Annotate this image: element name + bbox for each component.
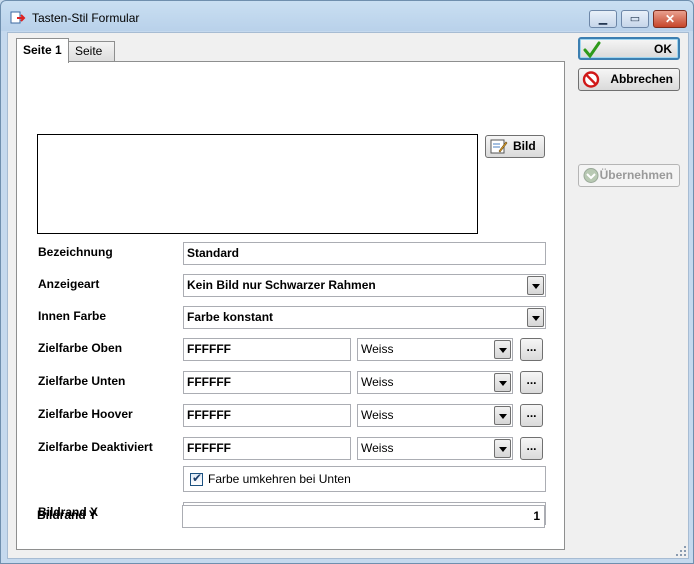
- checkmark-icon: ✔: [192, 471, 203, 485]
- cancel-button[interactable]: Abbrechen: [578, 68, 680, 91]
- anzeigeart-select[interactable]: Kein Bild nur Schwarzer Rahmen: [183, 274, 546, 297]
- edit-picture-icon: [490, 139, 508, 154]
- dropdown-button[interactable]: [494, 439, 511, 458]
- close-icon: ✕: [664, 12, 676, 26]
- no-entry-icon: [582, 71, 600, 88]
- zielfarbe-hoover-color-select[interactable]: Weiss: [357, 404, 513, 427]
- dialog-client-area: Seite 1 Seite 2 Bild Bezeichnung Standar…: [7, 32, 689, 559]
- label-zielfarbe-unten: Zielfarbe Unten: [38, 374, 126, 388]
- bildrand-y-input[interactable]: 1: [182, 505, 545, 528]
- farbe-umkehren-checkbox[interactable]: ✔: [190, 471, 203, 486]
- chevron-down-icon: [499, 381, 507, 386]
- dropdown-button[interactable]: [494, 340, 511, 359]
- zielfarbe-deaktiviert-color-name: Weiss: [361, 441, 394, 455]
- zielfarbe-hoover-color-name: Weiss: [361, 408, 394, 422]
- chevron-down-icon: [499, 447, 507, 452]
- dropdown-button[interactable]: [494, 406, 511, 425]
- ok-button-label: OK: [654, 42, 672, 56]
- label-anzeigeart: Anzeigeart: [38, 277, 100, 291]
- tab-panel-seite-1: Bild Bezeichnung Standard Anzeigeart Kei…: [16, 61, 565, 550]
- label-bildrand-y: Bildrand Y: [37, 508, 97, 522]
- zielfarbe-unten-color-select[interactable]: Weiss: [357, 371, 513, 394]
- chevron-down-icon: [499, 348, 507, 353]
- chevron-down-icon: [499, 414, 507, 419]
- chevron-down-icon: [532, 284, 540, 289]
- label-bezeichnung: Bezeichnung: [38, 245, 113, 259]
- window-app-icon: [10, 11, 26, 24]
- chevron-down-icon: [532, 316, 540, 321]
- title-bar[interactable]: Tasten-Stil Formular ▁ ▭ ✕: [1, 1, 693, 33]
- zielfarbe-oben-hex-input[interactable]: FFFFFF: [183, 338, 351, 361]
- farbe-umkehren-row: ✔ Farbe umkehren bei Unten: [183, 466, 546, 492]
- minimize-button[interactable]: ▁: [589, 10, 617, 28]
- dropdown-button[interactable]: [527, 276, 544, 295]
- bild-button-label: Bild: [513, 139, 536, 153]
- minimize-icon: ▁: [598, 13, 608, 25]
- cancel-button-label: Abbrechen: [610, 72, 673, 86]
- zielfarbe-deaktiviert-hex-input[interactable]: FFFFFF: [183, 437, 351, 460]
- label-zielfarbe-oben: Zielfarbe Oben: [38, 341, 123, 355]
- zielfarbe-oben-color-name: Weiss: [361, 342, 394, 356]
- bezeichnung-input[interactable]: Standard: [183, 242, 546, 265]
- zielfarbe-deaktiviert-picker-button[interactable]: ...: [520, 437, 543, 460]
- window-title: Tasten-Stil Formular: [32, 11, 140, 25]
- checkmark-icon: [583, 41, 601, 58]
- zielfarbe-oben-color-select[interactable]: Weiss: [357, 338, 513, 361]
- apply-button-label: Übernehmen: [599, 168, 673, 182]
- close-button[interactable]: ✕: [653, 10, 687, 28]
- anzeigeart-value: Kein Bild nur Schwarzer Rahmen: [187, 278, 376, 292]
- zielfarbe-oben-picker-button[interactable]: ...: [520, 338, 543, 361]
- zielfarbe-unten-color-name: Weiss: [361, 375, 394, 389]
- dialog-window: Tasten-Stil Formular ▁ ▭ ✕ Seite 1 Seite…: [0, 0, 694, 564]
- maximize-button[interactable]: ▭: [621, 10, 649, 28]
- tab-seite-1[interactable]: Seite 1: [16, 38, 69, 63]
- zielfarbe-unten-hex-input[interactable]: FFFFFF: [183, 371, 351, 394]
- bild-button[interactable]: Bild: [485, 135, 545, 158]
- label-zielfarbe-hoover: Zielfarbe Hoover: [38, 407, 133, 421]
- label-zielfarbe-deaktiviert: Zielfarbe Deaktiviert: [38, 440, 153, 454]
- tab-label: Seite 1: [23, 43, 62, 57]
- farbe-umkehren-label[interactable]: Farbe umkehren bei Unten: [208, 472, 351, 486]
- zielfarbe-deaktiviert-color-select[interactable]: Weiss: [357, 437, 513, 460]
- innen-farbe-select[interactable]: Farbe konstant: [183, 306, 546, 329]
- label-innen-farbe: Innen Farbe: [38, 309, 107, 323]
- apply-icon: [583, 168, 599, 183]
- zielfarbe-unten-picker-button[interactable]: ...: [520, 371, 543, 394]
- dropdown-button[interactable]: [527, 308, 544, 327]
- dropdown-button[interactable]: [494, 373, 511, 392]
- zielfarbe-hoover-picker-button[interactable]: ...: [520, 404, 543, 427]
- zielfarbe-hoover-hex-input[interactable]: FFFFFF: [183, 404, 351, 427]
- innen-farbe-value: Farbe konstant: [187, 310, 274, 324]
- apply-button[interactable]: Übernehmen: [578, 164, 680, 187]
- tab-seite-2[interactable]: Seite 2: [68, 41, 115, 77]
- ok-button[interactable]: OK: [578, 37, 680, 60]
- image-preview-box: [37, 134, 478, 234]
- resize-grip-icon[interactable]: [675, 545, 687, 557]
- maximize-icon: ▭: [629, 13, 641, 25]
